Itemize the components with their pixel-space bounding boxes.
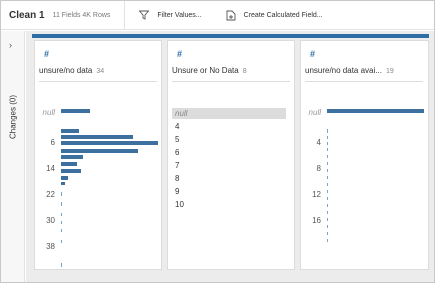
field-value-count: 19 xyxy=(385,68,394,75)
profile-header-bar xyxy=(32,34,429,38)
histogram-bar[interactable] xyxy=(61,149,138,153)
axis-label: 6 xyxy=(50,138,55,147)
histogram-bar[interactable] xyxy=(61,221,62,224)
card-divider xyxy=(172,81,290,82)
value-item[interactable]: 9 xyxy=(172,186,286,197)
number-type-icon[interactable]: # xyxy=(310,49,315,59)
value-list: null 4 5 6 7 8 9 10 xyxy=(172,108,286,212)
field-name-label: unsure/no data xyxy=(39,66,93,75)
number-type-icon[interactable]: # xyxy=(177,49,182,59)
histogram-bar[interactable] xyxy=(327,225,328,228)
histogram-bar[interactable] xyxy=(61,213,62,216)
step-title: Clean 1 xyxy=(9,9,45,21)
value-item[interactable]: 5 xyxy=(172,134,286,145)
histogram-bar[interactable] xyxy=(327,232,328,235)
histogram-bar[interactable] xyxy=(61,135,133,139)
field-name-label: unsure/no data avai... xyxy=(305,66,382,75)
histogram-bar[interactable] xyxy=(327,204,328,207)
field-name[interactable]: unsure/no data avai... 19 xyxy=(305,66,394,75)
profile-card-unsure-no-data[interactable]: # unsure/no data 34 null 6 14 22 30 38 xyxy=(34,40,162,270)
histogram-bar[interactable] xyxy=(61,162,77,166)
toolbar-divider xyxy=(124,0,126,30)
axis-label: 22 xyxy=(46,190,55,199)
create-calculated-field-button[interactable]: Create Calculated Field... xyxy=(226,10,323,21)
axis-label: 12 xyxy=(312,190,321,199)
histogram-bar[interactable] xyxy=(61,182,65,185)
histogram-bar[interactable] xyxy=(327,109,424,113)
value-item[interactable]: 4 xyxy=(172,121,286,132)
histogram-bar[interactable] xyxy=(61,240,62,243)
value-item[interactable]: 7 xyxy=(172,160,286,171)
field-name[interactable]: Unsure or No Data 8 xyxy=(172,66,247,75)
histogram-bar[interactable] xyxy=(327,190,328,193)
toolbar: Clean 1 11 Fields 4K Rows Filter Values.… xyxy=(1,0,434,30)
histogram-bar[interactable] xyxy=(61,129,79,133)
histogram-bar[interactable] xyxy=(327,162,328,165)
field-name-label: Unsure or No Data xyxy=(172,66,239,75)
profile-pane: # unsure/no data 34 null 6 14 22 30 38 # … xyxy=(26,31,434,282)
value-item[interactable]: 10 xyxy=(172,199,286,210)
changes-toggle[interactable]: Changes (0) xyxy=(7,87,19,147)
axis-label: 4 xyxy=(316,138,321,147)
histogram-bar[interactable] xyxy=(61,109,90,113)
histogram-bar[interactable] xyxy=(327,142,328,145)
histogram-bar[interactable] xyxy=(327,239,328,242)
histogram-bar[interactable] xyxy=(327,155,328,158)
filter-values-label: Filter Values... xyxy=(157,11,202,19)
value-item[interactable]: 6 xyxy=(172,147,286,158)
axis-label-null: null xyxy=(42,108,55,117)
axis-label-null: null xyxy=(308,108,321,117)
field-value-count: 34 xyxy=(96,68,105,75)
histogram-bar[interactable] xyxy=(327,169,328,172)
changes-label: Changes (0) xyxy=(8,94,18,140)
value-item[interactable]: 8 xyxy=(172,173,286,184)
histogram-bar[interactable] xyxy=(61,169,81,173)
create-calculated-field-label: Create Calculated Field... xyxy=(243,11,323,19)
histogram-bar[interactable] xyxy=(327,183,328,186)
chevron-right-icon[interactable]: › xyxy=(9,40,12,50)
histogram-bar[interactable] xyxy=(61,155,83,159)
histogram-bar[interactable] xyxy=(61,141,158,145)
filter-icon xyxy=(139,10,150,20)
number-type-icon[interactable]: # xyxy=(44,49,49,59)
histogram-bar[interactable] xyxy=(61,192,62,196)
histogram-bar[interactable] xyxy=(327,136,328,139)
histogram-bar[interactable] xyxy=(61,229,62,232)
changes-panel: › Changes (0) xyxy=(1,31,25,282)
profile-card-unsure-or-no-data[interactable]: # Unsure or No Data 8 null 4 5 6 7 8 9 10 xyxy=(167,40,295,270)
axis-label: 8 xyxy=(316,164,321,173)
axis-label: 38 xyxy=(46,242,55,251)
card-divider xyxy=(39,81,157,82)
value-item-null[interactable]: null xyxy=(172,108,286,119)
histogram-bar[interactable] xyxy=(327,148,328,151)
histogram-bar[interactable] xyxy=(327,197,328,200)
histogram-bar[interactable] xyxy=(327,129,328,133)
field-name[interactable]: unsure/no data 34 xyxy=(39,66,104,75)
axis-label: 14 xyxy=(46,164,55,173)
axis-label: 30 xyxy=(46,216,55,225)
histogram-bar[interactable] xyxy=(61,263,62,267)
profile-card-unsure-no-data-available[interactable]: # unsure/no data avai... 19 null 4 8 12 1… xyxy=(300,40,429,270)
step-meta: 11 Fields 4K Rows xyxy=(52,11,111,19)
card-divider xyxy=(305,81,423,82)
histogram-bar[interactable] xyxy=(61,202,62,206)
filter-values-button[interactable]: Filter Values... xyxy=(139,10,202,20)
histogram-bar[interactable] xyxy=(327,211,328,214)
histogram-bar[interactable] xyxy=(327,218,328,221)
histogram-bar[interactable] xyxy=(61,176,68,180)
field-value-count: 8 xyxy=(242,68,247,75)
axis-label: 16 xyxy=(312,216,321,225)
histogram-bar[interactable] xyxy=(327,176,328,179)
calculated-field-icon xyxy=(226,10,236,20)
